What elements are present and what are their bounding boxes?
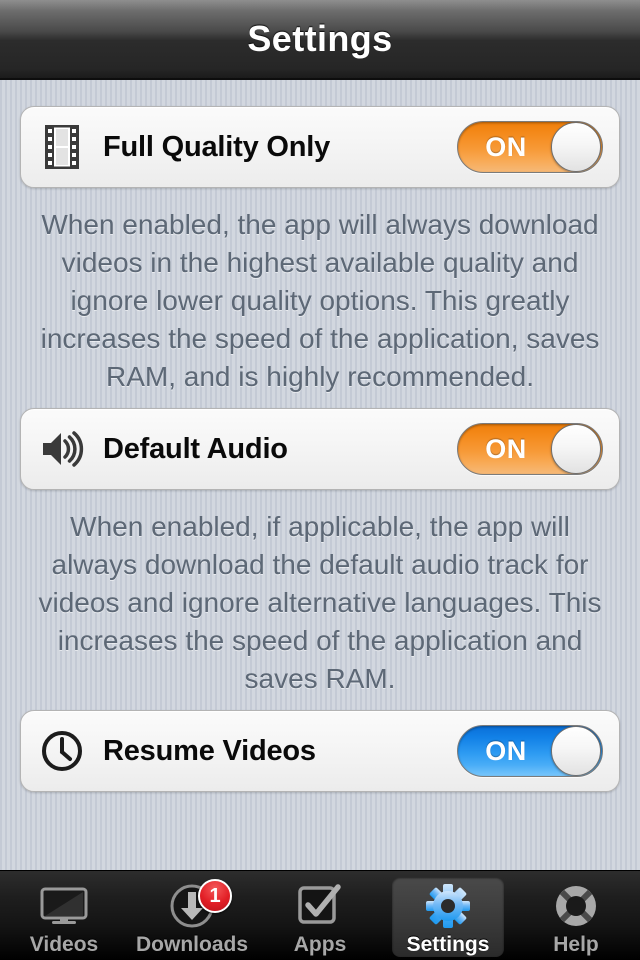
toggle-state-label: ON xyxy=(485,736,527,766)
settings-list[interactable]: Full Quality Only ON When enabled, the a… xyxy=(0,82,640,870)
tab-help-hit[interactable]: Help xyxy=(520,877,632,957)
toggle-state-label: ON xyxy=(485,434,527,464)
download-icon: 1 xyxy=(166,879,232,929)
tab-videos-hit[interactable]: Videos xyxy=(8,877,120,957)
tab-label: Apps xyxy=(293,933,347,956)
tab-settings-hit[interactable]: Settings xyxy=(392,877,504,957)
tab-settings[interactable]: Settings xyxy=(384,871,512,960)
tab-help[interactable]: Help xyxy=(512,871,640,960)
navigation-bar: Settings xyxy=(0,0,640,80)
checkbox-icon xyxy=(294,883,346,929)
toggle-knob[interactable] xyxy=(551,122,601,172)
toggle-knob[interactable] xyxy=(551,726,601,776)
gear-icon xyxy=(422,883,474,929)
speaker-icon xyxy=(39,426,85,472)
setting-label: Resume Videos xyxy=(103,734,316,767)
tab-downloads[interactable]: 1 Downloads xyxy=(128,871,256,960)
tv-icon xyxy=(38,883,90,929)
setting-description-full-quality-only: When enabled, the app will always downlo… xyxy=(40,209,600,392)
toggle-full-quality-only[interactable]: ON xyxy=(457,121,603,173)
tab-bar: Videos 1 Downloads Apps Settings Help xyxy=(0,870,640,960)
downloads-badge: 1 xyxy=(198,879,232,913)
setting-label: Default Audio xyxy=(103,432,288,465)
film-strip-icon xyxy=(39,124,85,170)
toggle-resume-videos[interactable]: ON xyxy=(457,725,603,777)
setting-row-full-quality-only[interactable]: Full Quality Only ON xyxy=(20,106,620,188)
tab-label: Settings xyxy=(406,933,490,956)
settings-screen: Settings Full Quality Only ON When enabl… xyxy=(0,0,640,960)
tab-label: Videos xyxy=(29,933,99,956)
life-ring-icon xyxy=(550,883,602,929)
tab-label: Help xyxy=(553,933,599,956)
tab-label: Downloads xyxy=(136,933,249,956)
setting-description-default-audio: When enabled, if applicable, the app wil… xyxy=(38,511,602,694)
toggle-knob[interactable] xyxy=(551,424,601,474)
tab-downloads-hit[interactable]: 1 Downloads xyxy=(136,877,248,957)
setting-row-default-audio[interactable]: Default Audio ON xyxy=(20,408,620,490)
tab-apps-hit[interactable]: Apps xyxy=(264,877,376,957)
setting-label: Full Quality Only xyxy=(103,130,331,163)
page-title: Settings xyxy=(247,18,393,59)
setting-row-resume-videos[interactable]: Resume Videos ON xyxy=(20,710,620,792)
tab-apps[interactable]: Apps xyxy=(256,871,384,960)
tab-videos[interactable]: Videos xyxy=(0,871,128,960)
toggle-state-label: ON xyxy=(485,132,527,162)
toggle-default-audio[interactable]: ON xyxy=(457,423,603,475)
clock-icon xyxy=(39,728,85,774)
